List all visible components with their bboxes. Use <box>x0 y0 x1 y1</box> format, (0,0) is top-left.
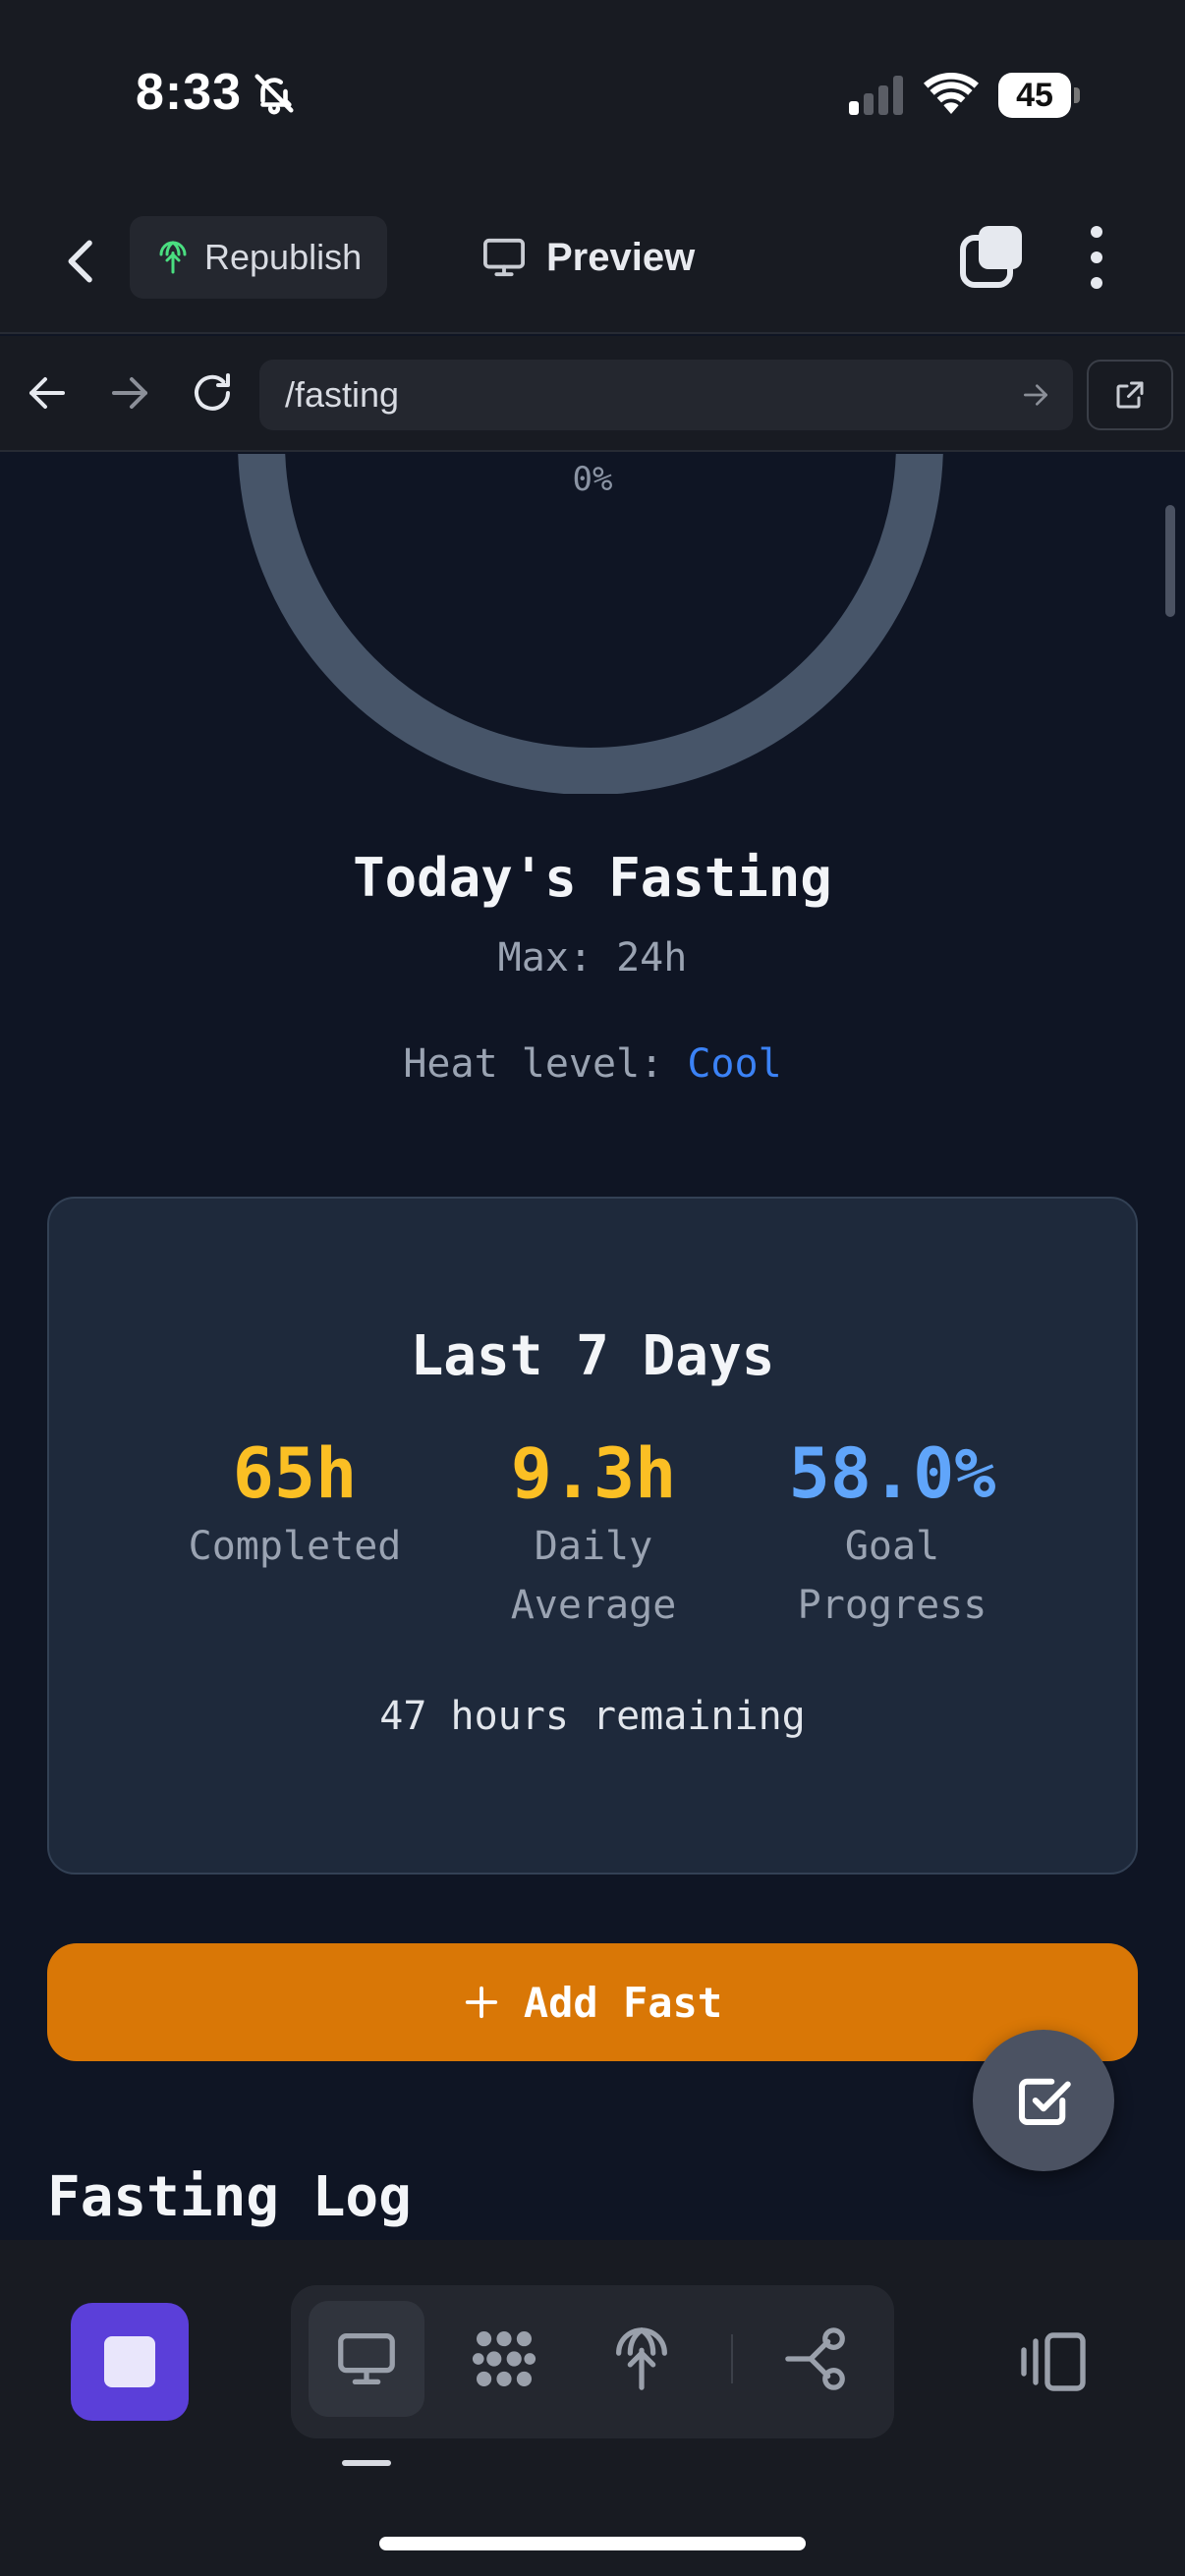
heat-level: Heat level: Cool <box>0 1041 1185 1087</box>
max-label: Max: 24h <box>497 935 688 980</box>
tab-deploy[interactable] <box>584 2301 700 2417</box>
checkbox-edit-icon <box>1018 2078 1071 2126</box>
republish-label: Republish <box>204 237 363 277</box>
summary-title: Last 7 Days <box>410 1324 775 1388</box>
chevron-left-icon[interactable] <box>55 234 110 289</box>
heat-prefix: Heat level: <box>403 1041 664 1087</box>
status-bar: 8:33 45 <box>0 0 1185 187</box>
tab-share[interactable] <box>759 2301 875 2417</box>
page-content[interactable]: 0% Today's Fasting Max: 24h Heat level: … <box>0 454 1185 2240</box>
view-switcher <box>291 2285 894 2438</box>
progress-ring <box>238 454 943 794</box>
stop-button[interactable] <box>71 2303 189 2421</box>
scrollbar-thumb[interactable] <box>1165 505 1175 617</box>
share-nodes-icon <box>785 2327 845 2390</box>
home-indicator[interactable] <box>379 2537 806 2550</box>
stop-icon <box>104 2336 155 2387</box>
antenna-icon <box>616 2327 667 2390</box>
add-fast-label: Add Fast <box>523 1978 723 2027</box>
stat-label: Goal Progress <box>797 1524 988 1628</box>
tabs-icon[interactable] <box>959 226 1022 289</box>
fasting-log-title: Fasting Log <box>47 2165 412 2229</box>
divider <box>731 2334 733 2383</box>
signal-icon <box>849 76 903 115</box>
add-fast-button[interactable]: Add Fast <box>47 1943 1138 2061</box>
stat-label: Daily Average <box>510 1524 677 1628</box>
summary-card: Last 7 Days 65h Completed 9.3h Daily Ave… <box>47 1197 1138 1875</box>
monitor-icon <box>338 2333 395 2384</box>
dots-cluster-icon <box>472 2331 536 2386</box>
antenna-icon <box>159 241 187 274</box>
heat-value: Cool <box>687 1041 782 1087</box>
stat-goal-progress: 58.0% Goal Progress <box>745 1432 1040 1635</box>
preview-label: Preview <box>546 235 696 279</box>
progress-percent: 0% <box>572 460 613 499</box>
floating-action-button[interactable] <box>973 2030 1114 2171</box>
split-panel-icon[interactable] <box>1018 2326 1089 2397</box>
more-vertical-icon[interactable] <box>1081 226 1112 289</box>
battery-icon: 45 <box>998 73 1081 118</box>
hours-remaining: 47 hours remaining <box>379 1694 806 1739</box>
wifi-icon <box>924 73 979 114</box>
url-text: /fasting <box>285 374 400 415</box>
stat-daily-average: 9.3h Daily Average <box>446 1432 741 1635</box>
stat-value: 58.0% <box>788 1433 996 1514</box>
url-field[interactable]: /fasting <box>259 360 1073 430</box>
arrow-right-icon[interactable] <box>106 369 153 417</box>
battery-level: 45 <box>1016 76 1053 114</box>
open-external-button[interactable] <box>1087 360 1173 430</box>
preview-button[interactable]: Preview <box>481 216 695 299</box>
monitor-icon <box>483 238 525 277</box>
tab-preview[interactable] <box>309 2301 424 2417</box>
plus-icon <box>465 1986 497 2019</box>
stat-label: Completed <box>188 1524 402 1569</box>
browser-bar: /fasting <box>0 336 1185 452</box>
page-title: Today's Fasting <box>353 847 832 909</box>
stat-completed: 65h Completed <box>147 1432 442 1576</box>
stat-value: 9.3h <box>510 1433 677 1514</box>
arrow-left-icon[interactable] <box>24 369 71 417</box>
url-go-icon[interactable] <box>1020 379 1051 411</box>
republish-button[interactable]: Republish <box>130 216 387 299</box>
tab-workspace[interactable] <box>446 2301 562 2417</box>
reload-icon[interactable] <box>189 369 236 417</box>
external-link-icon <box>1116 381 1144 409</box>
bell-slash-icon <box>254 74 294 115</box>
app-header: Republish Preview <box>0 187 1185 334</box>
active-tab-indicator <box>342 2460 391 2466</box>
bottom-toolbar <box>0 2240 1185 2576</box>
status-time: 8:33 <box>136 64 243 121</box>
stat-value: 65h <box>232 1433 358 1514</box>
